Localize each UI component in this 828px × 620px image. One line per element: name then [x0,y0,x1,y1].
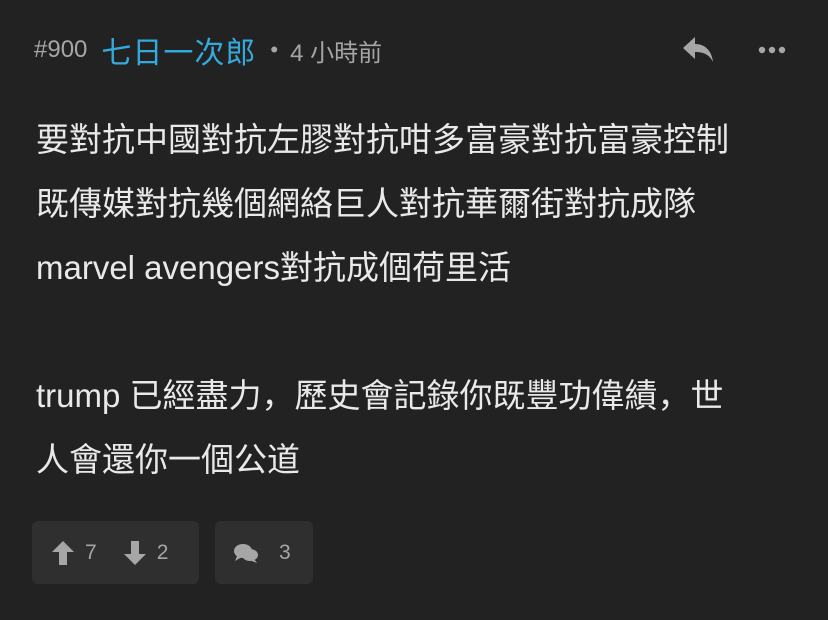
content-line: trump 已經盡力，歷史會記錄你既豐功偉績，世 [36,377,724,414]
post-card: #900 七日一次郎 • 4 小時前 要對抗中國對抗左膠對抗咁多富豪對抗富豪控制… [0,0,828,620]
arrow-up-icon [52,540,74,565]
post-time: 4 小時前 [290,39,383,67]
arrow-down-icon [123,540,146,565]
upvote-button[interactable]: 7 [51,540,97,566]
content-line: 人會還你一個公道 [36,441,300,478]
content-line: 要對抗中國對抗左膠對抗咁多富豪對抗富豪控制 [36,121,729,158]
comment-icon-wrap [233,542,259,564]
username[interactable]: 七日一次郎 [101,28,256,72]
comments-button[interactable]: 3 [215,521,313,584]
post-content: 要對抗中國對抗左膠對抗咁多富豪對抗富豪控制 既傳媒對抗幾個網絡巨人對抗華爾街對抗… [36,108,806,492]
more-options-button[interactable] [752,30,792,70]
meta-separator: • [270,37,279,62]
comment-count: 3 [279,540,291,564]
floor-number[interactable]: #900 [34,36,87,64]
upvote-count: 7 [85,540,97,564]
downvote-count: 2 [156,540,169,564]
comment-bubbles-icon [234,543,258,563]
header-actions [678,28,792,72]
post-header: #900 七日一次郎 • 4 小時前 [34,28,792,72]
content-line: 既傳媒對抗幾個網絡巨人對抗華爾街對抗成隊 [36,185,696,222]
content-line: marvel avengers對抗成個荷里活 [36,249,511,286]
vote-box: 7 2 [32,521,199,584]
more-dots-icon [758,46,786,54]
reply-button[interactable] [678,30,718,70]
reply-arrow-icon [683,37,713,62]
downvote-button[interactable]: 2 [123,540,169,566]
